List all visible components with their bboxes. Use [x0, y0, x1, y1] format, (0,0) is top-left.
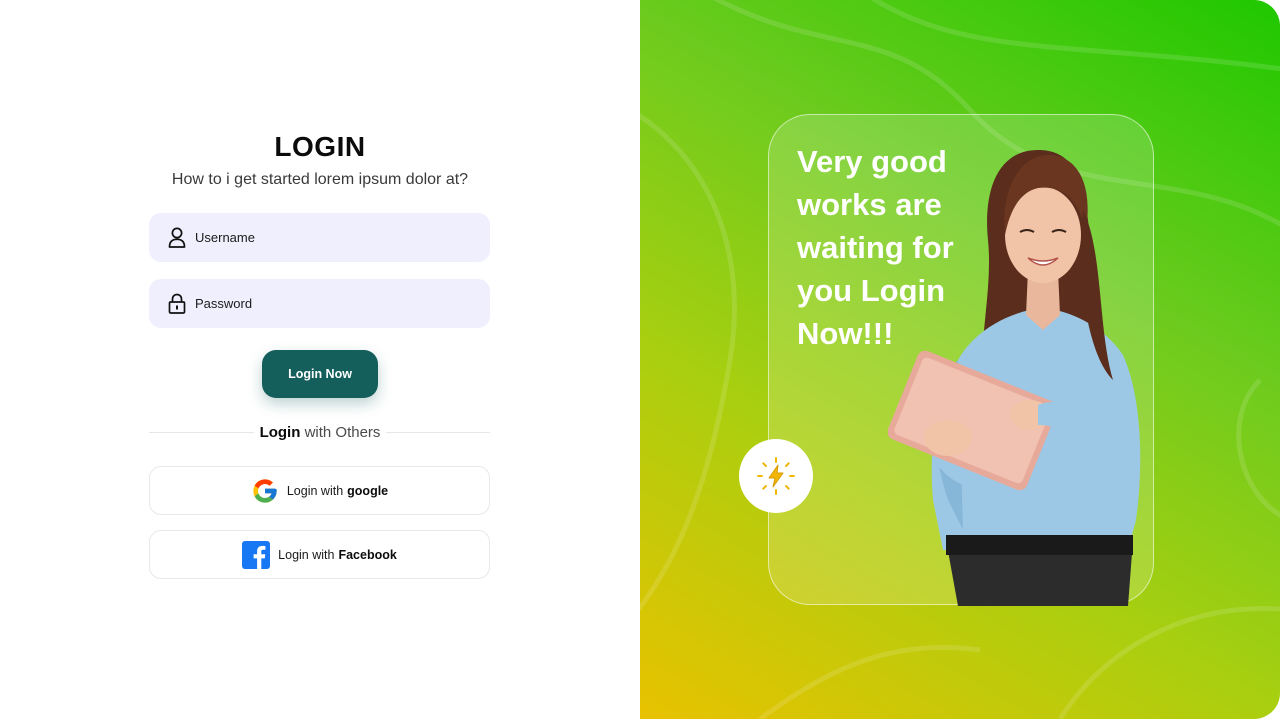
lightning-icon [757, 457, 795, 495]
facebook-prefix-text: Login with [278, 547, 335, 562]
google-logo-icon [251, 477, 279, 505]
divider-rest-text: with Others [304, 424, 381, 441]
facebook-bold-text: Facebook [338, 547, 397, 562]
password-field[interactable] [149, 279, 490, 328]
lock-icon [167, 293, 187, 315]
promo-headline: Very good works are waiting for you Logi… [797, 144, 954, 351]
login-with-facebook-button[interactable]: Login with Facebook [149, 530, 490, 579]
google-prefix-text: Login with [286, 483, 344, 498]
facebook-logo-icon [242, 540, 271, 569]
login-now-button[interactable]: Login Now [262, 350, 378, 398]
page-subtitle: How to i get started lorem ipsum dolor a… [171, 171, 469, 188]
username-field[interactable] [149, 213, 490, 262]
login-panel: LOGIN How to i get started lorem ipsum d… [0, 0, 640, 719]
divider-bold-text: Login [259, 424, 301, 441]
username-input[interactable] [195, 230, 465, 245]
password-input[interactable] [195, 296, 465, 311]
page-title: LOGIN [274, 131, 366, 162]
lightning-badge[interactable] [739, 439, 813, 513]
user-icon [167, 227, 187, 249]
login-with-google-button[interactable]: Login with google [149, 466, 490, 515]
promo-panel: Very good works are waiting for you Logi… [640, 0, 1280, 719]
login-with-others-label: Login with Others [0, 424, 640, 442]
google-bold-text: google [347, 483, 389, 498]
